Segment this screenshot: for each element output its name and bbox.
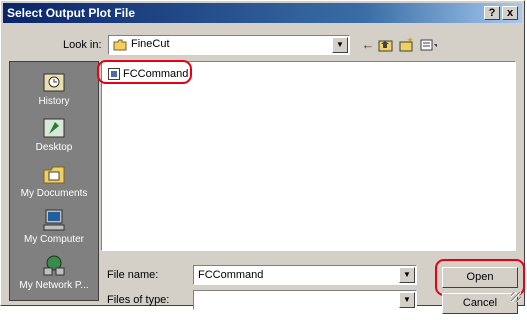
folder-icon (113, 39, 127, 51)
help-button[interactable]: ? (484, 6, 500, 20)
look-in-dropdown[interactable]: FineCut ▼ (108, 35, 350, 55)
files-of-type-label: Files of type: (107, 294, 170, 306)
places-desktop[interactable]: Desktop (10, 116, 98, 153)
places-network[interactable]: My Network P... (10, 254, 98, 291)
places-my-documents[interactable]: My Documents (10, 162, 98, 199)
title-bar: Select Output Plot File ? x (3, 3, 522, 23)
highlight-open-button (435, 259, 525, 296)
dialog-title: Select Output Plot File (7, 6, 136, 20)
back-arrow-icon[interactable]: ← (359, 36, 377, 54)
file-list[interactable]: FCCommand (101, 61, 516, 251)
highlight-file-item (97, 60, 192, 84)
history-icon (43, 73, 65, 92)
places-my-computer[interactable]: My Computer (10, 208, 98, 245)
chevron-down-icon[interactable]: ▼ (399, 292, 415, 308)
new-folder-icon[interactable] (398, 36, 416, 54)
places-bar: History Desktop My Documents My Computer (9, 61, 99, 301)
view-menu-icon[interactable] (419, 36, 437, 54)
resize-grip[interactable] (511, 292, 521, 302)
look-in-label: Look in: (63, 39, 102, 51)
file-name-field[interactable]: FCCommand ▼ (193, 265, 417, 285)
file-name-value: FCCommand (198, 269, 264, 281)
select-output-plot-file-dialog: Select Output Plot File ? x Look in: Fin… (0, 0, 525, 314)
files-of-type-dropdown[interactable]: ▼ (193, 290, 417, 310)
my-computer-icon (43, 209, 65, 231)
chevron-down-icon[interactable]: ▼ (399, 267, 415, 283)
close-button[interactable]: x (502, 6, 518, 20)
up-folder-icon[interactable] (377, 36, 395, 54)
chevron-down-icon[interactable]: ▼ (332, 37, 348, 53)
my-documents-icon (43, 166, 65, 184)
desktop-icon (43, 118, 65, 138)
cancel-button[interactable]: Cancel (442, 293, 518, 314)
places-history[interactable]: History (10, 70, 98, 107)
look-in-value: FineCut (131, 38, 170, 50)
file-name-label: File name: (107, 269, 159, 281)
network-places-icon (43, 255, 65, 276)
